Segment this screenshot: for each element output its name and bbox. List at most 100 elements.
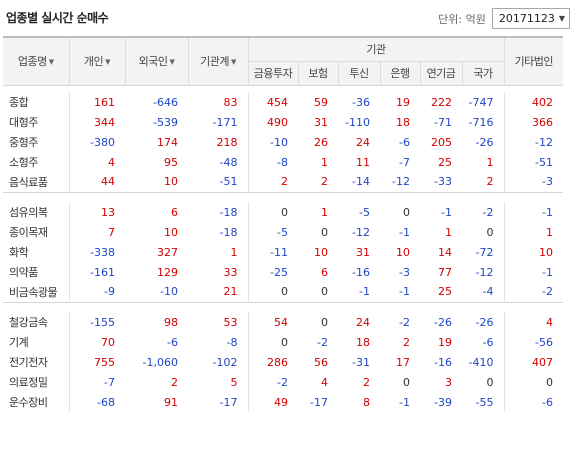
cell-value: -6 <box>399 135 410 149</box>
cell-value: 454 <box>267 95 288 109</box>
header-individual[interactable]: 개인 ▼ <box>69 36 126 86</box>
table-row: 운수장비 -68 91 -17 49 -17 8 -1 -39 -55 -6 <box>3 392 563 412</box>
header-bank: 은행 <box>380 61 421 86</box>
cell-value: 31 <box>356 245 370 259</box>
cell-value: -539 <box>153 115 178 129</box>
cell-value: 24 <box>356 315 370 329</box>
cell-value: -8 <box>188 332 249 352</box>
table-row: 의료정밀 -7 2 5 -2 4 2 0 3 0 0 <box>3 372 563 392</box>
cell-value: -716 <box>462 112 505 132</box>
cell-value: 18 <box>356 335 370 349</box>
cell-value: 13 <box>101 205 115 219</box>
sector-name: 기계 <box>3 332 70 352</box>
sector-name: 중형주 <box>3 132 70 152</box>
cell-value: -12 <box>462 262 505 282</box>
cell-value: -5 <box>359 205 370 219</box>
cell-value: 26 <box>314 135 328 149</box>
table-row: 종합 161 -646 83 454 59 -36 19 222 -747 402 <box>3 92 563 112</box>
cell-value: -71 <box>434 115 452 129</box>
cell-value: 2 <box>363 375 370 389</box>
cell-value: 10 <box>164 225 178 239</box>
cell-value: 44 <box>101 175 115 189</box>
cell-value: 1 <box>321 205 328 219</box>
cell-value: 205 <box>431 135 452 149</box>
cell-value: -68 <box>97 395 115 409</box>
cell-value: 1 <box>445 225 452 239</box>
cell-value: 54 <box>274 315 288 329</box>
cell-value: -2 <box>399 315 410 329</box>
cell-value: 19 <box>438 335 452 349</box>
cell-value: -6 <box>462 332 505 352</box>
header-trust: 투신 <box>338 61 381 86</box>
cell-value: -410 <box>462 352 505 372</box>
cell-value: -1 <box>399 225 410 239</box>
cell-value: -11 <box>270 245 288 259</box>
cell-value: 17 <box>396 355 410 369</box>
cell-value: 1 <box>188 242 249 262</box>
cell-value: -33 <box>434 175 452 189</box>
cell-value: 49 <box>274 395 288 409</box>
cell-value: -55 <box>462 392 505 412</box>
date-select[interactable]: 20171123 ▼ <box>491 8 570 29</box>
header-sector[interactable]: 업종명 ▼ <box>3 36 70 86</box>
cell-value: -1 <box>359 285 370 299</box>
page-title: 업종별 실시간 순매수 <box>6 11 109 25</box>
cell-value: 2 <box>403 335 410 349</box>
cell-value: 2 <box>171 375 178 389</box>
table-spacer <box>3 85 563 92</box>
cell-value: -8 <box>277 155 288 169</box>
cell-value: 4 <box>546 315 553 329</box>
sector-name: 종합 <box>3 92 70 112</box>
cell-value: -380 <box>90 135 115 149</box>
cell-value: -155 <box>90 315 115 329</box>
group-divider <box>3 301 563 312</box>
header-other-corp: 기타법인 <box>504 36 563 86</box>
cell-value: 4 <box>321 375 328 389</box>
cell-value: -51 <box>188 172 249 192</box>
cell-value: 25 <box>438 155 452 169</box>
sector-name: 음식료품 <box>3 172 70 192</box>
sort-caret-icon: ▼ <box>230 58 236 67</box>
cell-value: 83 <box>188 92 249 112</box>
cell-value: -171 <box>188 112 249 132</box>
cell-value: 10 <box>164 175 178 189</box>
cell-value: -7 <box>104 375 115 389</box>
cell-value: 0 <box>462 222 505 242</box>
cell-value: 344 <box>94 115 115 129</box>
cell-value: 95 <box>164 155 178 169</box>
cell-value: 6 <box>171 205 178 219</box>
sector-name: 운수장비 <box>3 392 70 412</box>
cell-value: 56 <box>314 355 328 369</box>
header-inst-total[interactable]: 기관계 ▼ <box>188 36 249 86</box>
cell-value: 91 <box>164 395 178 409</box>
cell-value: 1 <box>546 225 553 239</box>
sort-caret-icon: ▼ <box>48 58 54 67</box>
cell-value: -26 <box>462 132 505 152</box>
cell-value: -12 <box>535 135 553 149</box>
cell-value: 402 <box>532 95 553 109</box>
header-foreign[interactable]: 외국인 ▼ <box>125 36 189 86</box>
sector-name: 섬유의복 <box>3 202 70 222</box>
sector-name: 대형주 <box>3 112 70 132</box>
table-row: 전기전자 755 -1,060 -102 286 56 -31 17 -16 -410 407 <box>3 352 563 372</box>
chevron-down-icon: ▼ <box>558 14 565 23</box>
cell-value: 0 <box>321 285 328 299</box>
cell-value: -3 <box>542 175 553 189</box>
cell-value: 21 <box>188 282 249 302</box>
cell-value: 10 <box>314 245 328 259</box>
cell-value: -10 <box>270 135 288 149</box>
cell-value: -6 <box>167 335 178 349</box>
cell-value: -747 <box>462 92 505 112</box>
cell-value: -51 <box>535 155 553 169</box>
cell-value: 0 <box>546 375 553 389</box>
cell-value: -12 <box>352 225 370 239</box>
sector-net-buy-table: 업종명 ▼ 개인 ▼ 외국인 ▼ 기관계 ▼ 기관 기타법인 금융투자 보험 투신 은행… <box>3 36 563 412</box>
cell-value: -338 <box>90 245 115 259</box>
header-insurance: 보험 <box>298 61 339 86</box>
cell-value: 1 <box>321 155 328 169</box>
sector-name: 의약품 <box>3 262 70 282</box>
cell-value: 0 <box>281 335 288 349</box>
cell-value: 490 <box>267 115 288 129</box>
header-nation: 국가 <box>462 61 505 86</box>
cell-value: 218 <box>188 132 249 152</box>
